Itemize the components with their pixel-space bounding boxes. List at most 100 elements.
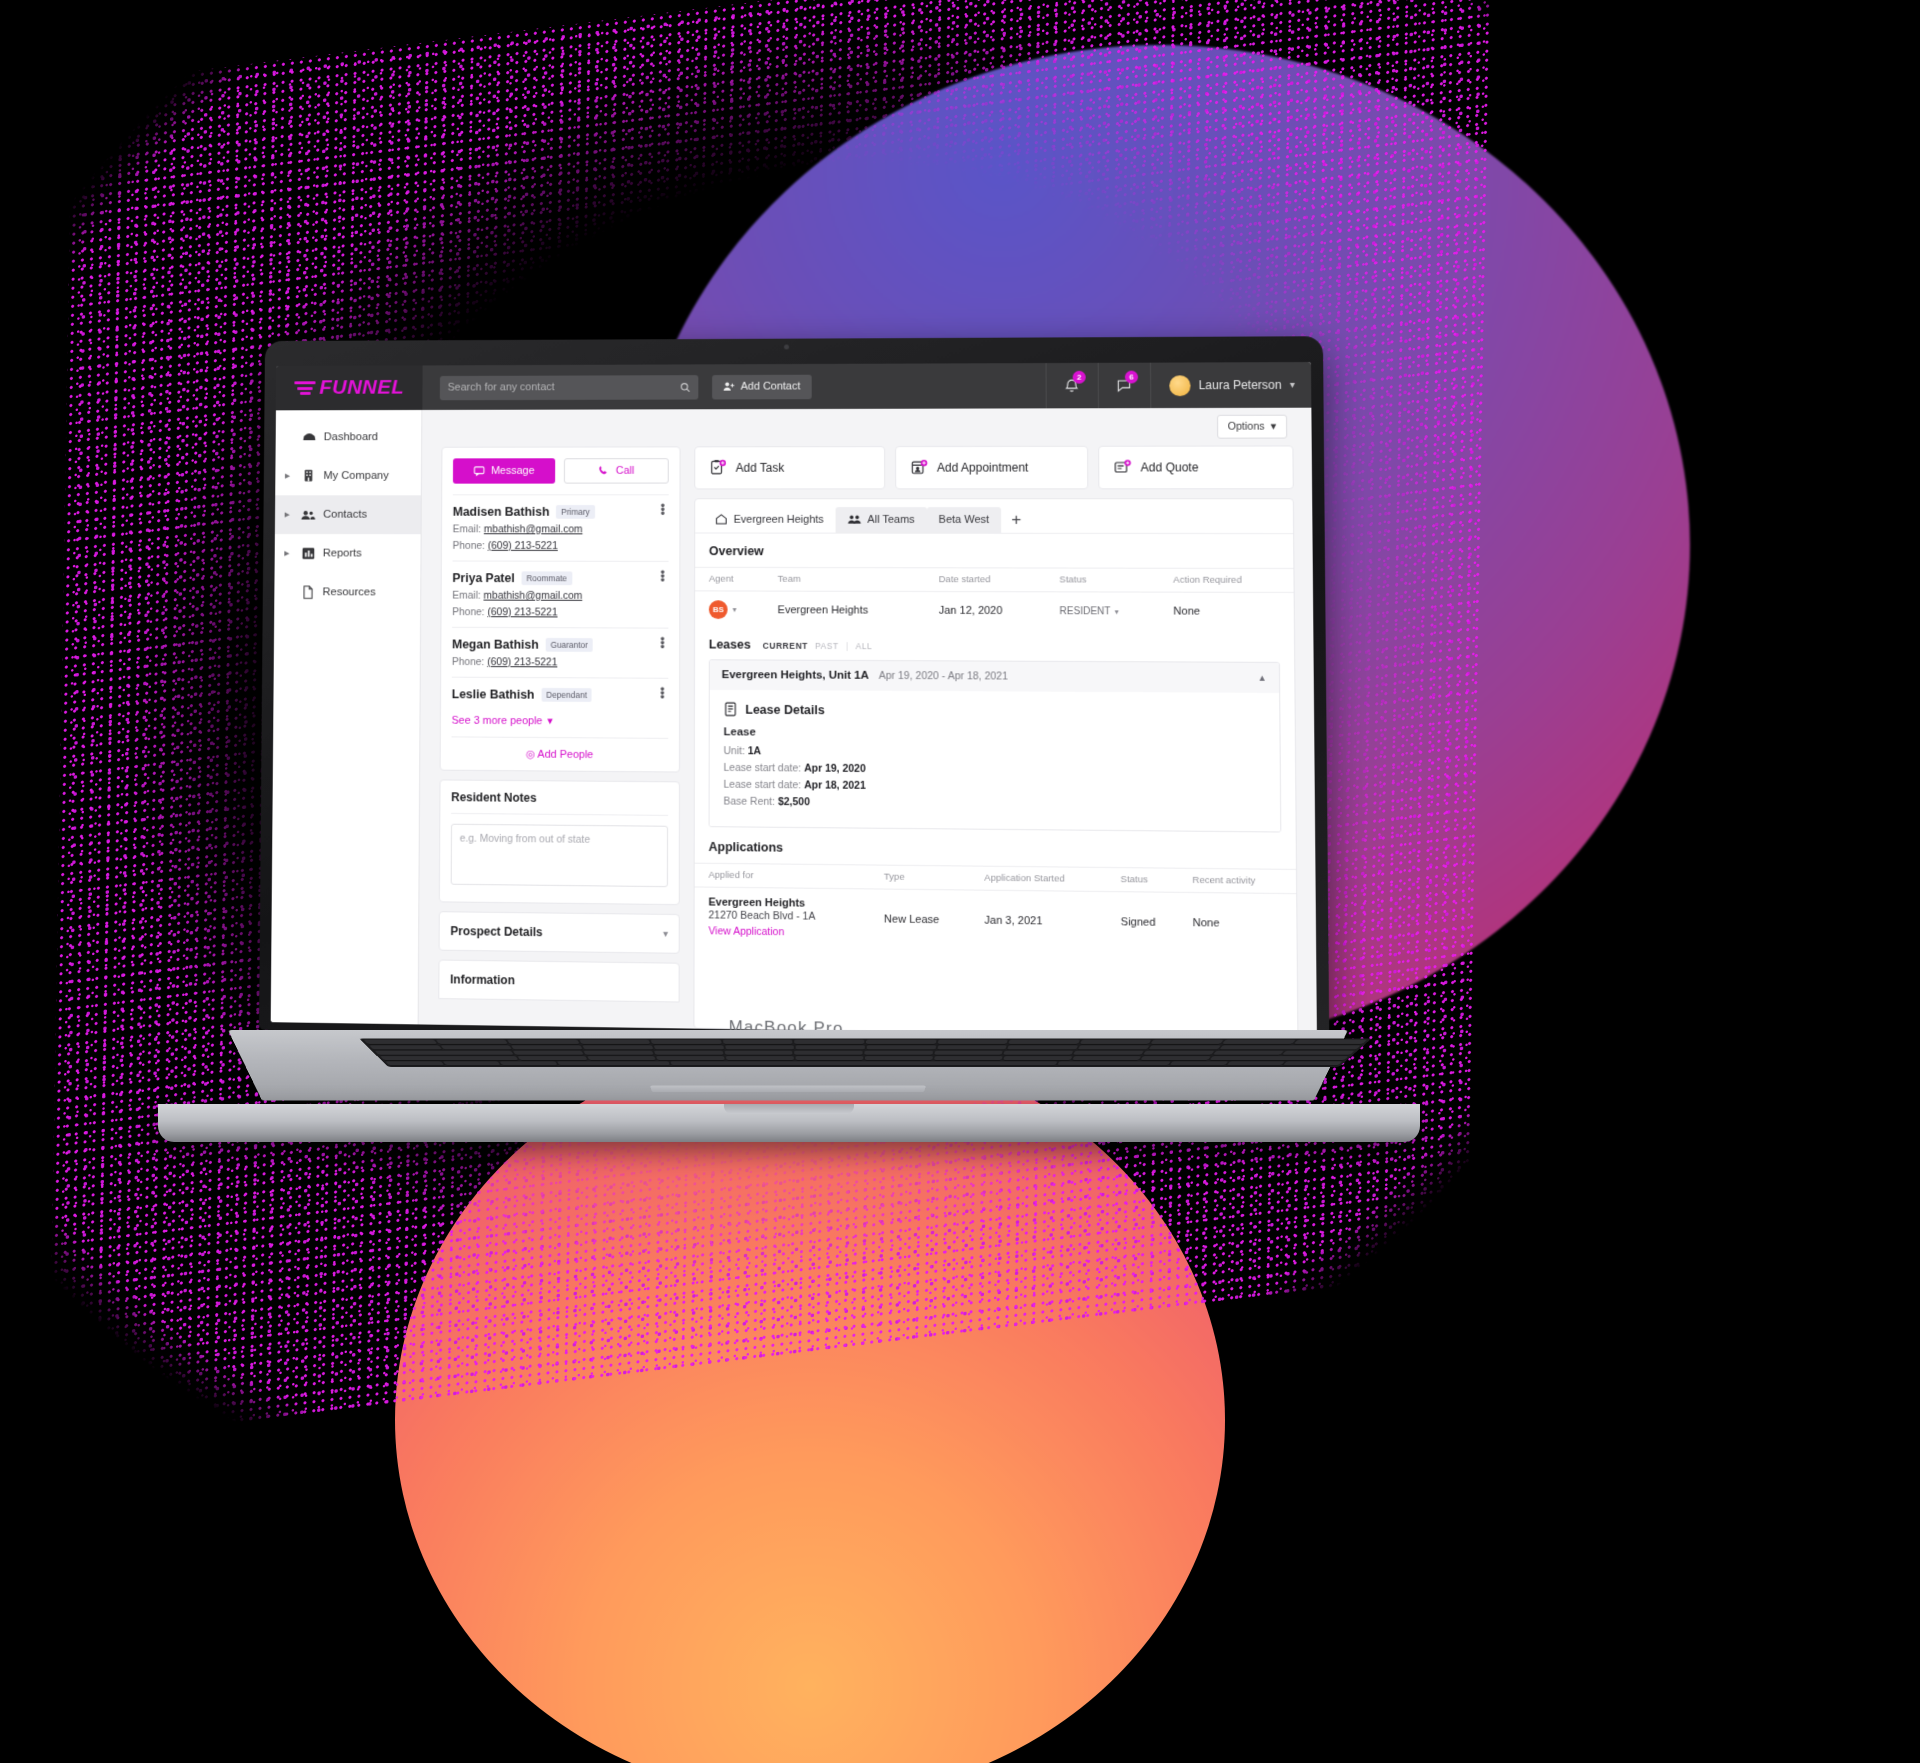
user-menu[interactable]: Laura Peterson ▾ xyxy=(1149,362,1312,409)
person-row: Priya Patel Roommate Email: mbathish@gma… xyxy=(452,560,669,628)
overview-status-cell[interactable]: RESIDENT ▾ xyxy=(1051,592,1165,630)
add-quote-button[interactable]: Add Quote xyxy=(1098,445,1294,490)
laptop-front-notch xyxy=(724,1104,854,1114)
lease-subtitle: Lease xyxy=(723,726,756,739)
person-row: Leslie Bathish Dependant • • • xyxy=(451,676,669,712)
prospect-details-accordion[interactable]: Prospect Details ▾ xyxy=(438,911,680,954)
person-email[interactable]: mbathish@gmail.com xyxy=(484,524,583,536)
see-more-people-link[interactable]: See 3 more people ▾ xyxy=(452,710,669,738)
sidebar-item-dashboard[interactable]: Dashboard xyxy=(276,418,422,457)
leases-filter-past[interactable]: PAST xyxy=(815,641,839,651)
lease-detail-label: Lease start date: xyxy=(723,778,802,792)
person-name: Madisen Bathish xyxy=(452,505,550,519)
overview-header-row: Agent Team Date started Status Action Re… xyxy=(695,567,1294,593)
chevron-right-icon[interactable]: ▶ xyxy=(285,511,294,519)
chevron-right-icon[interactable]: ▶ xyxy=(285,472,294,480)
person-email-line: Email: mbathish@gmail.com xyxy=(452,590,668,602)
overview-col-date-started: Date started xyxy=(930,567,1052,592)
person-menu-icon[interactable]: • • • xyxy=(657,565,669,588)
agent-wrap[interactable]: BS ▾ xyxy=(708,600,762,619)
messages-button[interactable]: 6 xyxy=(1097,362,1151,409)
tab-beta-west[interactable]: Beta West xyxy=(926,506,1002,533)
add-task-label: Add Task xyxy=(735,460,785,475)
lease-accordion-header[interactable]: Evergreen Heights, Unit 1A Apr 19, 2020 … xyxy=(709,660,1280,693)
lease-details-header: Lease Details xyxy=(724,702,1266,720)
chevron-down-icon: ▾ xyxy=(663,928,668,939)
search-box[interactable] xyxy=(439,374,699,400)
notifications-button[interactable]: 2 xyxy=(1045,362,1098,409)
agent-avatar: BS xyxy=(708,600,728,619)
sidebar: Dashboard ▶ My Company ▶ Contacts ▶ Repo… xyxy=(270,409,423,1025)
view-application-link[interactable]: View Application xyxy=(708,925,868,939)
leases-filter-all[interactable]: ALL xyxy=(856,641,873,651)
prospect-details-label: Prospect Details xyxy=(450,924,543,940)
chevron-down-icon: ▾ xyxy=(1270,420,1276,433)
add-appointment-button[interactable]: Add Appointment xyxy=(895,445,1089,490)
person-menu-icon[interactable]: • • • xyxy=(656,682,668,705)
logo-cell[interactable]: FUNNEL xyxy=(275,365,423,411)
overview-team-cell: Evergreen Heights xyxy=(777,603,869,617)
sidebar-item-my-company[interactable]: ▶ My Company xyxy=(275,456,421,495)
tab-evergreen-heights[interactable]: Evergreen Heights xyxy=(703,506,836,533)
funnel-logo[interactable]: FUNNEL xyxy=(294,376,404,400)
overview-date-cell: Jan 12, 2020 xyxy=(938,604,1003,617)
person-email[interactable]: mbathish@gmail.com xyxy=(484,590,583,602)
person-phone[interactable]: (609) 213-5221 xyxy=(488,540,558,552)
email-label: Email: xyxy=(452,589,481,602)
chevron-up-icon: ▲ xyxy=(1257,672,1267,683)
search-input[interactable] xyxy=(447,381,674,394)
add-task-button[interactable]: Add Task xyxy=(694,446,886,490)
person-email-line: Email: mbathish@gmail.com xyxy=(453,524,669,536)
leases-filter-current[interactable]: CURRENT xyxy=(763,641,808,651)
add-tab-button[interactable]: + xyxy=(1001,510,1031,529)
chevron-down-icon: ▾ xyxy=(732,605,737,615)
tab-label: Evergreen Heights xyxy=(733,513,824,526)
applications-col-type: Type xyxy=(875,865,977,891)
leases-title: Leases xyxy=(708,637,751,652)
person-role-tag: Dependant xyxy=(541,687,592,702)
resident-notes-card: Resident Notes xyxy=(438,779,680,906)
topbar-middle: Add Contact xyxy=(422,363,1045,410)
person-name: Megan Bathish xyxy=(451,637,539,652)
person-menu-icon[interactable]: • • • xyxy=(657,632,669,655)
sidebar-item-resources[interactable]: Resources xyxy=(274,573,420,612)
person-menu-icon[interactable]: • • • xyxy=(657,498,669,521)
overview-col-status: Status xyxy=(1051,568,1166,593)
app-topbar: FUNNEL Search for any contact Add Contac… xyxy=(275,362,1312,411)
add-quote-icon xyxy=(1113,459,1131,477)
message-button[interactable]: Message xyxy=(452,458,556,484)
options-button[interactable]: Options ▾ xyxy=(1216,414,1288,439)
call-button[interactable]: Call xyxy=(563,458,669,484)
add-contact-button[interactable]: Add Contact xyxy=(712,374,812,399)
avatar xyxy=(1169,374,1191,396)
status-label: RESIDENT xyxy=(1059,605,1111,617)
sidebar-item-label: Contacts xyxy=(323,508,367,521)
resident-notes-input[interactable] xyxy=(450,823,669,888)
funnel-crm-app: FUNNEL Search for any contact Add Contac… xyxy=(270,362,1317,1039)
sidebar-item-contacts[interactable]: ▶ Contacts xyxy=(274,495,421,535)
options-row: Options ▾ xyxy=(422,408,1312,447)
application-address: 21270 Beach Blvd - 1A xyxy=(708,909,816,923)
plus-circle-icon: ◎ xyxy=(525,748,536,761)
quick-actions-row: Add Task Add Appointment Add Quote xyxy=(694,445,1294,490)
keyboard-row xyxy=(379,1056,1349,1061)
chevron-right-icon[interactable]: ▶ xyxy=(284,550,293,558)
person-row: Megan Bathish Guarantor Phone: (609) 213… xyxy=(451,626,669,678)
tab-all-teams[interactable]: All Teams xyxy=(835,506,927,533)
phone-label: Phone: xyxy=(451,656,485,669)
person-role-tag: Primary xyxy=(556,505,595,519)
leases-header: Leases CURRENT PAST | ALL xyxy=(695,628,1294,662)
lease-detail-value: Apr 19, 2020 xyxy=(804,762,866,775)
person-phone[interactable]: (609) 213-5221 xyxy=(487,606,557,618)
information-accordion[interactable]: Information xyxy=(438,959,680,1003)
person-phone-line: Phone: (609) 213-5221 xyxy=(452,656,668,669)
lease-detail-label: Base Rent: xyxy=(723,795,776,808)
keyboard xyxy=(359,1038,1372,1067)
application-property: Evergreen Heights xyxy=(708,896,806,910)
sidebar-item-reports[interactable]: ▶ Reports xyxy=(275,534,421,573)
add-people-button[interactable]: ◎ Add People xyxy=(451,736,669,772)
person-phone[interactable]: (609) 213-5221 xyxy=(487,656,557,668)
people-icon xyxy=(300,508,316,521)
resident-notes-title: Resident Notes xyxy=(451,790,669,816)
overview-agent-cell: BS ▾ xyxy=(695,591,770,628)
